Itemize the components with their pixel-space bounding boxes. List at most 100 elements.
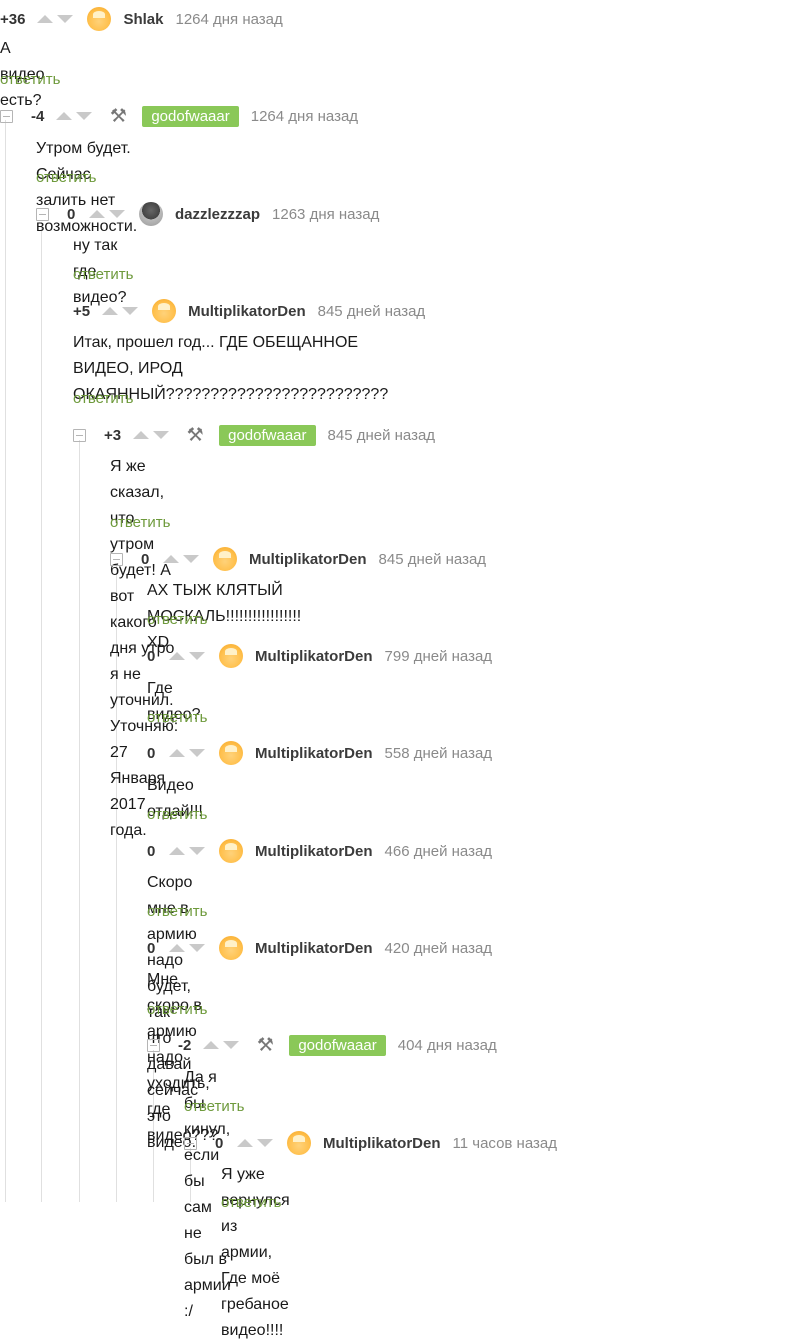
- arrow-up-icon[interactable]: [37, 15, 54, 23]
- username-badge[interactable]: godofwaaar: [289, 1034, 386, 1056]
- arrow-up-icon[interactable]: [237, 1139, 253, 1147]
- comment-header: 0 MultiplikatorDen 845 дней назад: [110, 547, 486, 571]
- comment-header: -4 ⚒ godofwaaar 1264 дня назад: [0, 104, 358, 128]
- minus-box-icon[interactable]: [0, 109, 13, 123]
- username-badge[interactable]: godofwaaar: [219, 424, 316, 446]
- rating: 0: [67, 205, 76, 223]
- comment-header: 0 MultiplikatorDen 799 дней назад: [147, 644, 492, 668]
- arrow-down-icon[interactable]: [223, 1041, 240, 1049]
- minus-box-icon[interactable]: [36, 207, 49, 221]
- username[interactable]: MultiplikatorDen: [188, 303, 306, 320]
- comment-text: Я уже вернулся из армии, Где моё гребано…: [221, 1166, 290, 1339]
- arrow-down-icon[interactable]: [57, 15, 74, 23]
- username-badge[interactable]: godofwaaar: [142, 105, 239, 127]
- arrow-up-icon[interactable]: [163, 555, 179, 563]
- minus-box-icon[interactable]: [110, 552, 123, 566]
- reply-link[interactable]: ответить: [110, 514, 170, 531]
- reply-link[interactable]: ответить: [0, 71, 60, 88]
- thread-line: [41, 222, 42, 1202]
- arrow-down-icon[interactable]: [76, 112, 93, 120]
- username[interactable]: MultiplikatorDen: [255, 940, 373, 957]
- minus-box-icon[interactable]: [184, 1136, 197, 1150]
- rating: -4: [31, 107, 45, 125]
- rating: +36: [0, 10, 26, 28]
- arrow-down-icon[interactable]: [189, 652, 205, 660]
- reply-link[interactable]: ответить: [147, 903, 207, 920]
- rating: 0: [147, 647, 156, 665]
- timestamp[interactable]: 558 дней назад: [385, 745, 493, 762]
- username[interactable]: Shlak: [123, 11, 163, 28]
- arrow-up-icon[interactable]: [102, 307, 119, 315]
- comment-header: +3 ⚒ godofwaaar 845 дней назад: [73, 423, 435, 447]
- arrow-down-icon[interactable]: [183, 555, 199, 563]
- mushroom-avatar-icon[interactable]: [139, 202, 163, 226]
- username[interactable]: MultiplikatorDen: [255, 843, 373, 860]
- username[interactable]: MultiplikatorDen: [255, 648, 373, 665]
- timestamp[interactable]: 845 дней назад: [318, 303, 426, 320]
- comment-header: 0 MultiplikatorDen 420 дней назад: [147, 936, 492, 960]
- reply-link[interactable]: ответить: [184, 1098, 244, 1115]
- reply-link[interactable]: ответить: [147, 1001, 207, 1018]
- reply-link[interactable]: ответить: [147, 611, 207, 628]
- arrow-down-icon[interactable]: [189, 944, 205, 952]
- timestamp[interactable]: 1264 дня назад: [175, 11, 282, 28]
- arrow-down-icon[interactable]: [257, 1139, 273, 1147]
- comment-header: -2 ⚒ godofwaaar 404 дня назад: [147, 1033, 497, 1057]
- timestamp[interactable]: 845 дней назад: [379, 551, 487, 568]
- crossed-tools-icon[interactable]: ⚒: [183, 423, 207, 447]
- comment-text-line: Итак, прошел год... ГДЕ ОБЕЩАННОЕ ВИДЕО,…: [73, 334, 359, 377]
- reply-link[interactable]: ответить: [147, 806, 207, 823]
- arrow-up-icon[interactable]: [169, 944, 185, 952]
- comment-header: 0 MultiplikatorDen 11 часов назад: [184, 1131, 557, 1155]
- arrow-up-icon[interactable]: [56, 112, 73, 120]
- timestamp[interactable]: 404 дня назад: [398, 1037, 497, 1054]
- comment-header: +36 Shlak 1264 дня назад: [0, 7, 283, 31]
- pikabu-avatar-icon[interactable]: [219, 839, 243, 863]
- reply-link[interactable]: ответить: [73, 390, 133, 407]
- timestamp[interactable]: 1263 дня назад: [272, 206, 379, 223]
- pikabu-avatar-icon[interactable]: [87, 7, 112, 31]
- timestamp[interactable]: 466 дней назад: [385, 843, 493, 860]
- pikabu-avatar-icon[interactable]: [219, 741, 243, 765]
- reply-link[interactable]: ответить: [36, 169, 96, 186]
- rating: 0: [147, 744, 156, 762]
- arrow-down-icon[interactable]: [109, 210, 125, 218]
- arrow-down-icon[interactable]: [189, 749, 205, 757]
- rating: +3: [104, 426, 122, 444]
- thread-line: [5, 120, 6, 1202]
- timestamp[interactable]: 845 дней назад: [328, 427, 436, 444]
- username[interactable]: dazzlezzzap: [175, 206, 260, 223]
- crossed-tools-icon[interactable]: ⚒: [106, 104, 130, 128]
- username[interactable]: MultiplikatorDen: [255, 745, 373, 762]
- arrow-up-icon[interactable]: [169, 652, 185, 660]
- arrow-up-icon[interactable]: [89, 210, 105, 218]
- arrow-down-icon[interactable]: [122, 307, 139, 315]
- crossed-tools-icon[interactable]: ⚒: [253, 1033, 277, 1057]
- username[interactable]: MultiplikatorDen: [249, 551, 367, 568]
- pikabu-avatar-icon[interactable]: [287, 1131, 311, 1155]
- reply-link[interactable]: ответить: [147, 709, 207, 726]
- arrow-down-icon[interactable]: [153, 431, 170, 439]
- rating: 0: [215, 1134, 224, 1152]
- timestamp[interactable]: 11 часов назад: [453, 1135, 557, 1152]
- username[interactable]: MultiplikatorDen: [323, 1135, 441, 1152]
- minus-box-icon[interactable]: [147, 1038, 160, 1052]
- arrow-up-icon[interactable]: [133, 431, 150, 439]
- comment-header: 0 dazzlezzzap 1263 дня назад: [36, 202, 379, 226]
- reply-link[interactable]: ответить: [73, 266, 133, 283]
- arrow-down-icon[interactable]: [189, 847, 205, 855]
- timestamp[interactable]: 420 дней назад: [385, 940, 493, 957]
- timestamp[interactable]: 1264 дня назад: [251, 108, 358, 125]
- reply-link[interactable]: ответить: [221, 1194, 281, 1211]
- comment-header: +5 MultiplikatorDen 845 дней назад: [73, 299, 425, 323]
- pikabu-avatar-icon[interactable]: [213, 547, 237, 571]
- arrow-up-icon[interactable]: [169, 749, 185, 757]
- pikabu-avatar-icon[interactable]: [152, 299, 177, 323]
- minus-box-icon[interactable]: [73, 428, 86, 442]
- arrow-up-icon[interactable]: [169, 847, 185, 855]
- rating: -2: [178, 1036, 192, 1054]
- arrow-up-icon[interactable]: [203, 1041, 220, 1049]
- timestamp[interactable]: 799 дней назад: [385, 648, 493, 665]
- pikabu-avatar-icon[interactable]: [219, 644, 243, 668]
- pikabu-avatar-icon[interactable]: [219, 936, 243, 960]
